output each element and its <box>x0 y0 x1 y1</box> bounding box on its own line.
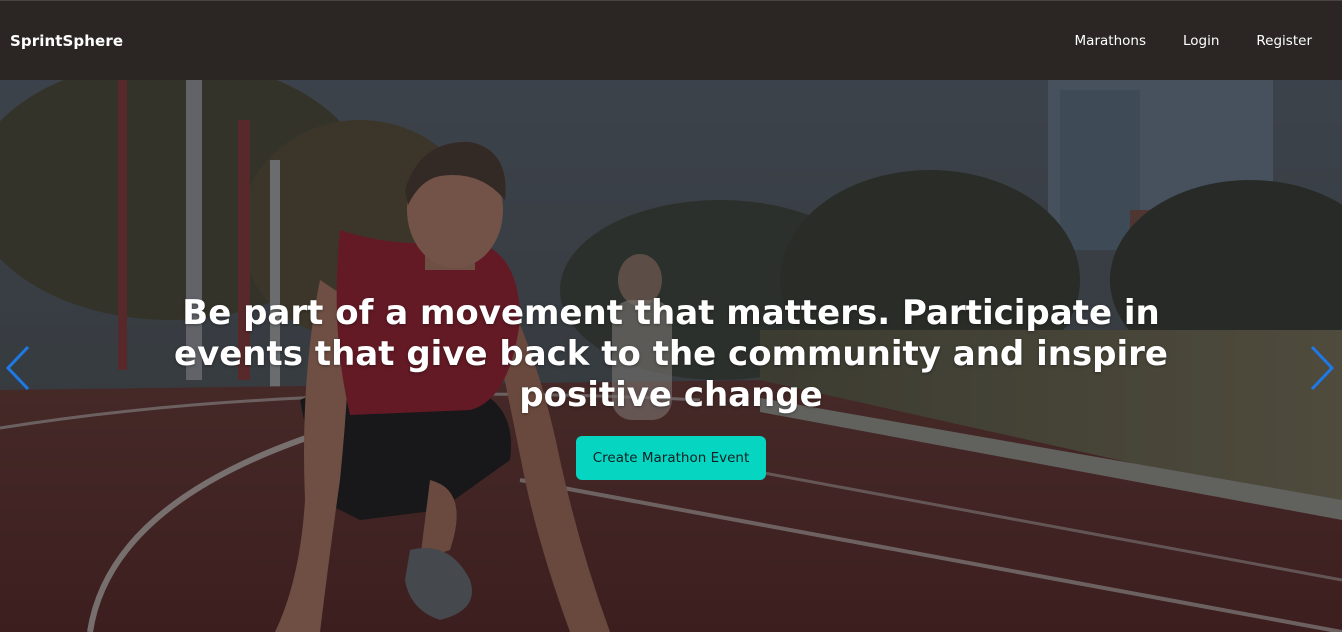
chevron-left-icon <box>5 345 30 391</box>
nav-link-login[interactable]: Login <box>1183 33 1219 49</box>
carousel-next-button[interactable] <box>1306 345 1336 391</box>
hero-content: Be part of a movement that matters. Part… <box>0 293 1342 480</box>
create-marathon-event-button[interactable]: Create Marathon Event <box>575 436 767 480</box>
nav-link-register[interactable]: Register <box>1256 33 1312 49</box>
nav-links: Marathons Login Register <box>1075 33 1312 49</box>
hero-carousel: Be part of a movement that matters. Part… <box>0 80 1342 632</box>
navbar: SprintSphere Marathons Login Register <box>0 0 1342 80</box>
brand-logo[interactable]: SprintSphere <box>10 32 123 50</box>
chevron-right-icon <box>1310 345 1335 391</box>
hero-heading: Be part of a movement that matters. Part… <box>174 293 1168 415</box>
nav-link-marathons[interactable]: Marathons <box>1075 33 1146 49</box>
carousel-prev-button[interactable] <box>4 345 34 391</box>
